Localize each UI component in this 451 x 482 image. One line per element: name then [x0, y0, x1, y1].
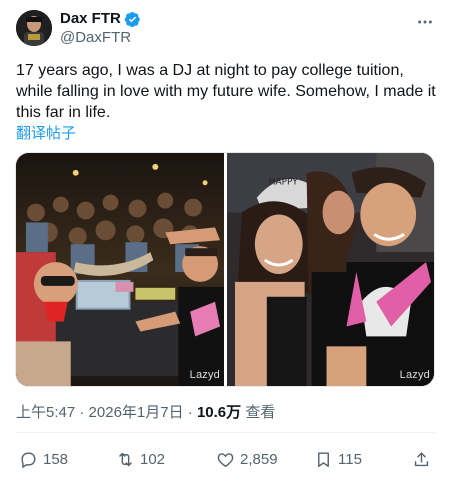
photo-watermark-right: Lazyd [399, 369, 430, 381]
couple-image: HAPPY [227, 153, 434, 386]
photo-dj-booth[interactable]: Lazyd [16, 153, 224, 386]
views-count[interactable]: 10.6万 [197, 404, 241, 421]
tweet-text: 17 years ago, I was a DJ at night to pay… [16, 62, 436, 121]
photo-watermark-left: Lazyd [189, 369, 220, 381]
action-bar: 158 102 2,859 115 [16, 448, 436, 470]
dj-booth-image [16, 153, 224, 386]
verified-badge-icon [124, 11, 141, 28]
meta-separator-2: · [187, 404, 193, 421]
retweet-count: 102 [140, 450, 166, 468]
retweet-icon [119, 452, 132, 466]
heart-icon [217, 452, 234, 467]
author-avatar[interactable] [16, 10, 52, 46]
share-icon [414, 451, 429, 466]
tweet-time[interactable]: 上午5:47 [16, 404, 75, 421]
translate-post-link[interactable]: 翻译帖子 [16, 125, 76, 143]
tweet-date[interactable]: 2026年1月7日 [89, 404, 184, 421]
photo-couple[interactable]: HAPPY Lazyd [227, 153, 434, 386]
reply-count: 158 [43, 450, 69, 468]
more-options-icon[interactable] [415, 12, 435, 32]
like-button[interactable]: 2,859 [216, 448, 278, 470]
reply-icon [21, 451, 36, 468]
tweet-header: Dax FTR @DaxFTR [14, 8, 437, 48]
author-names: Dax FTR @DaxFTR [60, 10, 141, 47]
share-button[interactable] [412, 448, 436, 470]
author-handle[interactable]: @DaxFTR [60, 29, 141, 47]
display-name-row: Dax FTR [60, 10, 141, 28]
bookmark-count: 115 [338, 450, 362, 468]
bookmark-button[interactable]: 115 [314, 448, 362, 470]
like-count: 2,859 [240, 450, 278, 468]
tweet-media: Lazyd HAPPY Lazyd [15, 152, 435, 387]
divider [16, 432, 436, 433]
tweet-meta: 上午5:47 · 2026年1月7日 · 10.6万 查看 [16, 404, 275, 422]
author-display-name[interactable]: Dax FTR [60, 10, 121, 28]
retweet-button[interactable]: 102 [116, 448, 165, 470]
avatar-image [16, 10, 52, 46]
bookmark-icon [318, 451, 329, 467]
tweet-card: Dax FTR @DaxFTR 17 years ago, I was a DJ… [0, 0, 451, 482]
svg-text:HAPPY: HAPPY [269, 178, 298, 188]
reply-button[interactable]: 158 [19, 448, 68, 470]
views-label: 查看 [245, 404, 276, 421]
meta-separator: · [79, 404, 85, 421]
